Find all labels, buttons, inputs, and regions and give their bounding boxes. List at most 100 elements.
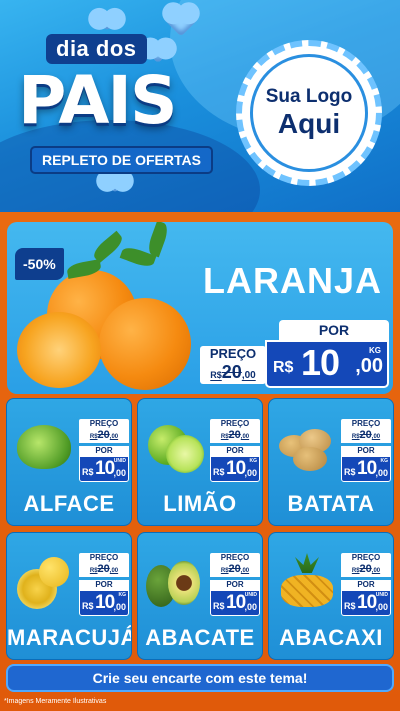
new-price-box: R$ 10 ,00 UNID bbox=[210, 590, 260, 616]
por-label: POR bbox=[79, 580, 129, 590]
currency: R$ bbox=[82, 467, 94, 477]
new-price-box: R$ 10 ,00 KG bbox=[79, 590, 129, 616]
product-card: PREÇO R$20,00 POR R$ 10 ,00 UNID ALFACE bbox=[6, 398, 132, 526]
new-price-cents: ,00 bbox=[244, 468, 257, 478]
logo-line1: Sua Logo bbox=[265, 86, 353, 107]
price-tag: PREÇO R$20,00 POR R$ 10 ,00 KG bbox=[79, 553, 129, 616]
unit: UNID bbox=[113, 458, 126, 464]
title-pais: PAIS bbox=[18, 62, 177, 139]
new-price: 10 bbox=[357, 458, 377, 479]
orange-fruit bbox=[99, 298, 191, 390]
unit: UNID bbox=[375, 592, 388, 598]
product-image bbox=[275, 553, 337, 609]
product-name: ABACATE bbox=[145, 625, 255, 650]
por-label: POR bbox=[279, 320, 389, 340]
currency: R$ bbox=[273, 359, 294, 376]
new-price: 10 bbox=[301, 342, 340, 383]
logo-line2: Aqui bbox=[277, 108, 341, 139]
por-label: POR bbox=[79, 446, 129, 456]
product-image bbox=[144, 553, 206, 609]
preco-label: PREÇO bbox=[341, 419, 391, 429]
product-name: ABACAXI bbox=[279, 625, 383, 650]
preco-label: PREÇO bbox=[209, 346, 257, 361]
currency: R$ bbox=[82, 601, 94, 611]
new-price-cents: ,00 bbox=[113, 602, 126, 612]
product-card: PREÇO R$20,00 POR R$ 10 ,00 KG BATATA bbox=[268, 398, 394, 526]
hero-product-name: LARANJA bbox=[203, 260, 383, 301]
price-tag: PREÇO R$20,00 POR R$ 10 ,00 KG bbox=[341, 419, 391, 482]
old-price: R$20,00 bbox=[341, 429, 391, 443]
new-price: 10 bbox=[357, 592, 377, 613]
unit: KG bbox=[118, 592, 127, 598]
new-price-cents: ,00 bbox=[375, 468, 388, 478]
cta-button[interactable]: Crie seu encarte com este tema! bbox=[6, 664, 394, 692]
leaf bbox=[145, 222, 171, 258]
new-price-cents: ,00 bbox=[355, 355, 383, 377]
currency: R$ bbox=[344, 467, 356, 477]
currency: R$ bbox=[344, 601, 356, 611]
new-price-cents: ,00 bbox=[375, 602, 388, 612]
new-price-cents: ,00 bbox=[244, 602, 257, 612]
hero-offer-card: -50% LARANJA PREÇO R$20,00 POR R$ 10 ,00… bbox=[7, 222, 393, 394]
logo-circle: Sua Logo Aqui bbox=[250, 54, 368, 172]
footnote: *Imagens Meramente Ilustrativas bbox=[4, 698, 107, 705]
subtitle-repleto: REPLETO DE OFERTAS bbox=[30, 146, 213, 174]
preco-label: PREÇO bbox=[79, 553, 129, 563]
orange-half bbox=[17, 312, 101, 388]
preco-label: PREÇO bbox=[210, 419, 260, 429]
old-price: R$20,00 bbox=[210, 563, 260, 577]
new-price: 10 bbox=[226, 592, 246, 613]
product-name: BATATA bbox=[287, 491, 375, 516]
new-price: 10 bbox=[95, 592, 115, 613]
product-card: PREÇO R$20,00 POR R$ 10 ,00 UNID ABACATE bbox=[137, 532, 263, 660]
currency: R$ bbox=[213, 467, 225, 477]
old-price: R$20,00 bbox=[210, 429, 260, 443]
old-price-box: PREÇO R$20,00 bbox=[200, 346, 266, 384]
product-name: MARACUJÁ bbox=[7, 625, 132, 650]
preco-label: PREÇO bbox=[79, 419, 129, 429]
leaf bbox=[90, 230, 126, 264]
por-label: POR bbox=[341, 446, 391, 456]
new-price-box: R$ 10 ,00 KG bbox=[265, 340, 389, 388]
product-card: PREÇO R$20,00 POR R$ 10 ,00 KG MARACUJÁ bbox=[6, 532, 132, 660]
new-price-box: R$ 10 ,00 UNID bbox=[79, 456, 129, 482]
por-label: POR bbox=[341, 580, 391, 590]
por-label: POR bbox=[210, 446, 260, 456]
logo-placeholder: Sua Logo Aqui bbox=[236, 40, 382, 186]
price-tag: PREÇO R$20,00 POR R$ 10 ,00 UNID bbox=[341, 553, 391, 616]
product-card: PREÇO R$20,00 POR R$ 10 ,00 UNID ABACAXI bbox=[268, 532, 394, 660]
unit: KG bbox=[249, 458, 258, 464]
new-price: 10 bbox=[95, 458, 115, 479]
discount-badge: -50% bbox=[15, 248, 64, 280]
product-name: ALFACE bbox=[23, 491, 115, 516]
new-price-cents: ,00 bbox=[113, 468, 126, 478]
price-tag: PREÇO R$20,00 POR R$ 10 ,00 UNID bbox=[210, 553, 260, 616]
product-image bbox=[275, 419, 337, 475]
currency: R$ bbox=[213, 601, 225, 611]
product-name: LIMÃO bbox=[163, 491, 237, 516]
unit: UNID bbox=[244, 592, 257, 598]
product-card: PREÇO R$20,00 POR R$ 10 ,00 KG LIMÃO bbox=[137, 398, 263, 526]
product-image bbox=[13, 419, 75, 475]
product-image bbox=[144, 419, 206, 475]
old-price: R$20,00 bbox=[79, 429, 129, 443]
new-price-box: R$ 10 ,00 UNID bbox=[341, 590, 391, 616]
preco-label: PREÇO bbox=[341, 553, 391, 563]
offers-area: -50% LARANJA PREÇO R$20,00 POR R$ 10 ,00… bbox=[0, 212, 400, 711]
unit: KG bbox=[369, 346, 381, 355]
unit: KG bbox=[380, 458, 389, 464]
header-banner: dia dos PAIS REPLETO DE OFERTAS Sua Logo… bbox=[0, 0, 400, 212]
preco-label: PREÇO bbox=[210, 553, 260, 563]
price-tag: PREÇO R$20,00 POR R$ 10 ,00 UNID bbox=[79, 419, 129, 482]
campaign-title: dia dos PAIS REPLETO DE OFERTAS bbox=[18, 28, 218, 193]
title-dia-dos: dia dos bbox=[46, 34, 147, 64]
por-label: POR bbox=[210, 580, 260, 590]
new-price-box: R$ 10 ,00 KG bbox=[210, 456, 260, 482]
old-price: R$20,00 bbox=[210, 362, 256, 382]
price-tag: PREÇO R$20,00 POR R$ 10 ,00 KG bbox=[210, 419, 260, 482]
old-price: R$20,00 bbox=[79, 563, 129, 577]
new-price-box: R$ 10 ,00 KG bbox=[341, 456, 391, 482]
old-price: R$20,00 bbox=[341, 563, 391, 577]
product-image bbox=[13, 553, 75, 609]
new-price: 10 bbox=[226, 458, 246, 479]
